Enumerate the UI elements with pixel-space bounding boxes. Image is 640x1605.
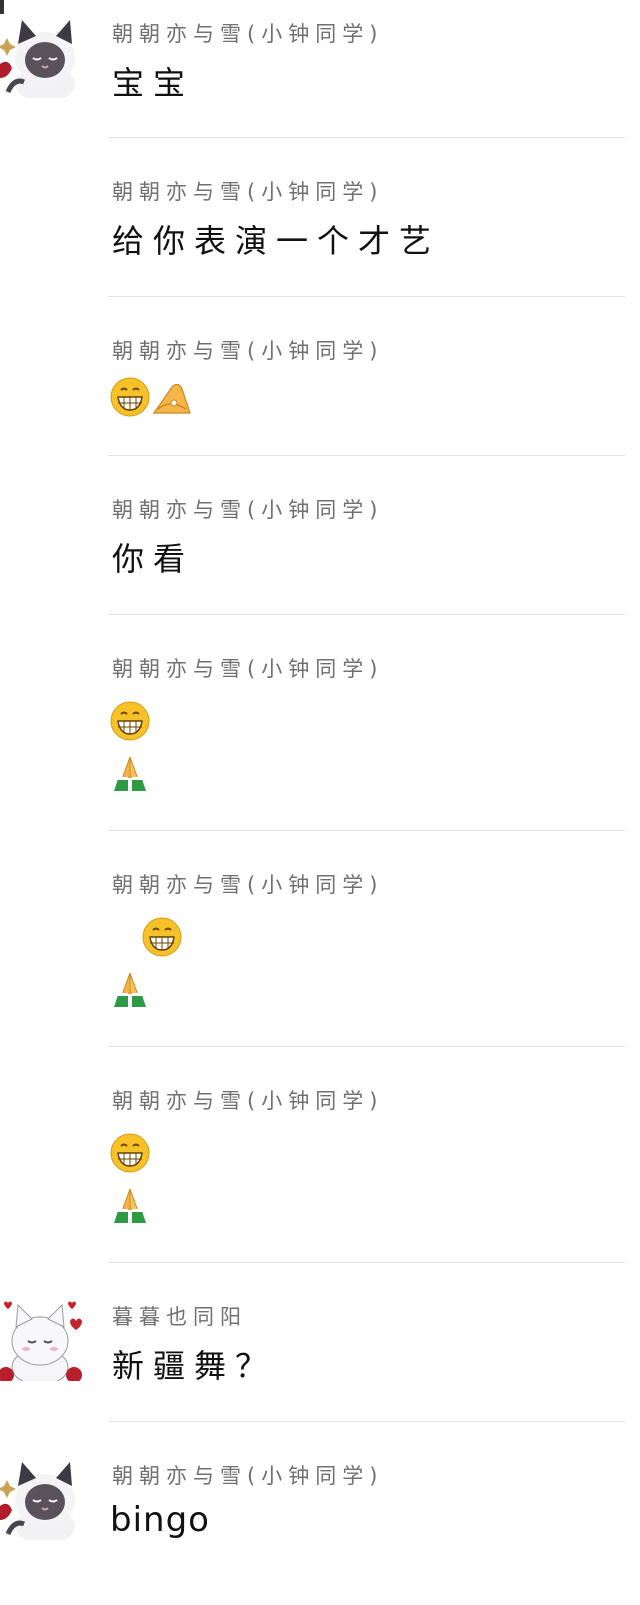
message-text: 宝宝 [112,64,195,102]
sender-name: 朝朝亦与雪(小钟同学) [112,498,384,522]
message-item[interactable]: 朝朝亦与雪(小钟同学) [0,851,640,1046]
folded-hands-icon [114,972,146,1007]
message-item[interactable]: 朝朝亦与雪(小钟同学) 给你表演一个才艺 [0,158,640,296]
message-item[interactable]: 暮暮也同阳 新疆舞？ [0,1283,640,1421]
message-item[interactable]: 朝朝亦与雪(小钟同学) [0,635,640,830]
message-item[interactable]: 朝朝亦与雪(小钟同学) [0,317,640,455]
sender-name: 暮暮也同阳 [112,1305,247,1329]
message-item[interactable]: 朝朝亦与雪(小钟同学) [0,1067,640,1262]
grin-icon [142,917,182,957]
sender-name: 朝朝亦与雪(小钟同学) [112,657,384,681]
divider [108,1262,625,1263]
message-text: 给你表演一个才艺 [112,222,441,260]
message-item[interactable]: 朝朝亦与雪(小钟同学) 宝宝 [0,0,640,138]
message-text: 你看 [112,540,195,578]
siamese-cat-avatar-icon[interactable] [0,1456,82,1540]
message-text: 新疆舞？ [112,1347,277,1385]
sender-name: 朝朝亦与雪(小钟同学) [112,1089,384,1113]
folded-hands-icon [114,756,146,791]
message-item[interactable]: 朝朝亦与雪(小钟同学) bingo [0,1442,640,1605]
grin-icon [110,701,150,741]
divider [108,137,625,138]
white-cat-avatar-icon[interactable] [0,1297,82,1381]
folded-hands-icon [114,1188,146,1223]
sender-name: 朝朝亦与雪(小钟同学) [112,339,384,363]
ok-hand-icon [152,383,191,414]
message-text: bingo [110,1500,210,1540]
divider [108,455,625,456]
divider [108,614,625,615]
divider [108,1421,625,1422]
divider [108,1046,625,1047]
sender-name: 朝朝亦与雪(小钟同学) [112,873,384,897]
sender-name: 朝朝亦与雪(小钟同学) [112,22,384,46]
sender-name: 朝朝亦与雪(小钟同学) [112,180,384,204]
divider [108,830,625,831]
siamese-cat-avatar-icon[interactable] [0,14,82,98]
divider [108,296,625,297]
message-item[interactable]: 朝朝亦与雪(小钟同学) 你看 [0,476,640,614]
grin-icon [110,377,150,417]
grin-icon [110,1133,150,1173]
sender-name: 朝朝亦与雪(小钟同学) [112,1464,384,1488]
